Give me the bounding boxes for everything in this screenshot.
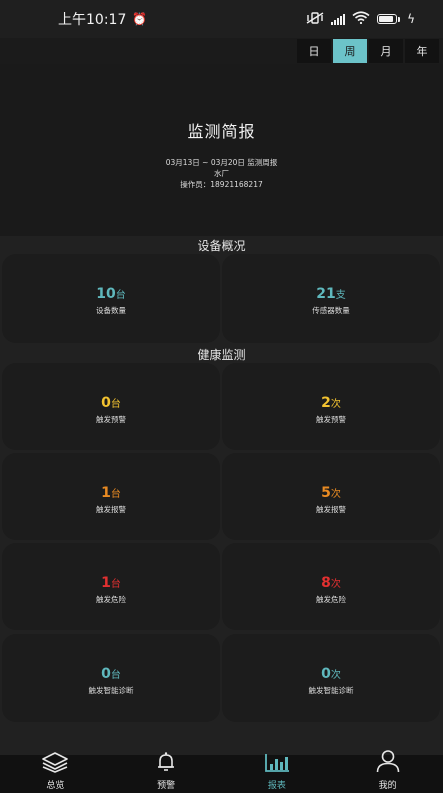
diagnosis-device-value-group: 0台 bbox=[2, 666, 220, 682]
tab-year[interactable]: 年 bbox=[405, 39, 439, 63]
diagnosis-count-label: 触发智能诊断 bbox=[308, 686, 354, 695]
nav-profile-label: 我的 bbox=[378, 781, 397, 791]
charging-icon: ϟ bbox=[407, 12, 415, 26]
diagnosis-count-unit: 次 bbox=[330, 670, 341, 681]
danger-count-value-group: 8次 bbox=[222, 575, 440, 591]
status-bar: 上午10:17 ⏰ ϟ bbox=[0, 0, 443, 38]
device-count-label: 设备数量 bbox=[96, 306, 126, 315]
report-date-range: 03月13日 ~ 03月20日 监测周报 bbox=[165, 158, 278, 167]
warning-device-value-group: 0台 bbox=[2, 395, 220, 411]
device-count-value: 10 bbox=[96, 286, 116, 302]
warning-device-value: 0 bbox=[101, 395, 111, 411]
danger-count-card: 8次 触发危险 bbox=[222, 543, 440, 630]
vibrate-off-icon bbox=[306, 11, 324, 27]
alarm-device-card: 1台 触发报警 bbox=[2, 453, 220, 540]
warning-count-card: 2次 触发预警 bbox=[222, 363, 440, 450]
sensor-count-unit: 支 bbox=[335, 290, 346, 301]
danger-device-value-group: 1台 bbox=[2, 575, 220, 591]
danger-device-value: 1 bbox=[101, 575, 111, 591]
sensor-count-value: 21 bbox=[316, 286, 336, 302]
alarm-count-value: 5 bbox=[321, 485, 331, 501]
report-header: 监测简报 03月13日 ~ 03月20日 监测周报 水厂 操作员：1892116… bbox=[0, 64, 443, 236]
device-count-card: 10台 设备数量 bbox=[2, 254, 220, 343]
alarm-count-card: 5次 触发报警 bbox=[222, 453, 440, 540]
diagnosis-count-value: 0 bbox=[321, 666, 331, 682]
diagnosis-device-card: 0台 触发智能诊断 bbox=[2, 634, 220, 722]
bottom-nav: 总览 预警 报表 我的 bbox=[0, 750, 443, 793]
warning-count-value-group: 2次 bbox=[222, 395, 440, 411]
report-operator: 操作员：18921168217 bbox=[180, 180, 263, 189]
warning-count-label: 触发预警 bbox=[316, 415, 346, 424]
alarm-device-value: 1 bbox=[101, 485, 111, 501]
section-title-health-monitoring: 健康监测 bbox=[197, 348, 246, 362]
nav-overview-label: 总览 bbox=[46, 781, 65, 791]
diagnosis-device-unit: 台 bbox=[110, 670, 121, 681]
layers-icon bbox=[41, 751, 69, 777]
alarm-device-unit: 台 bbox=[110, 489, 121, 500]
warning-device-label: 触发预警 bbox=[96, 415, 126, 424]
alarm-device-value-group: 1台 bbox=[2, 485, 220, 501]
sensor-count-label: 传感器数量 bbox=[312, 306, 350, 315]
nav-alerts[interactable]: 预警 bbox=[111, 752, 222, 793]
warning-device-card: 0台 触发预警 bbox=[2, 363, 220, 450]
danger-device-label: 触发危险 bbox=[96, 595, 126, 604]
danger-count-unit: 次 bbox=[330, 579, 341, 590]
warning-device-unit: 台 bbox=[110, 399, 121, 410]
device-count-value-group: 10台 bbox=[2, 286, 220, 302]
alarm-icon: ⏰ bbox=[132, 12, 148, 26]
wifi-icon bbox=[352, 11, 370, 27]
battery-icon bbox=[377, 14, 401, 24]
diagnosis-device-value: 0 bbox=[101, 666, 111, 682]
app-root: 上午10:17 ⏰ ϟ 日 周 月 年 监测简报 03月13日 ~ 03月20日… bbox=[0, 0, 443, 793]
status-time-group: 上午10:17 ⏰ bbox=[58, 9, 147, 29]
period-tab-bar: 日 周 月 年 bbox=[0, 38, 443, 64]
alarm-count-label: 触发报警 bbox=[316, 505, 346, 514]
status-time: 上午10:17 bbox=[58, 12, 127, 28]
danger-device-card: 1台 触发危险 bbox=[2, 543, 220, 630]
nav-reports-label: 报表 bbox=[267, 781, 286, 791]
warning-count-value: 2 bbox=[321, 395, 331, 411]
diagnosis-device-label: 触发智能诊断 bbox=[88, 686, 134, 695]
danger-count-value: 8 bbox=[321, 575, 331, 591]
diagnosis-count-card: 0次 触发智能诊断 bbox=[222, 634, 440, 722]
tab-month[interactable]: 月 bbox=[369, 39, 403, 63]
sensor-count-value-group: 21支 bbox=[222, 286, 440, 302]
danger-count-label: 触发危险 bbox=[316, 595, 346, 604]
tab-week[interactable]: 周 bbox=[333, 39, 367, 63]
nav-profile[interactable]: 我的 bbox=[332, 750, 443, 793]
nav-reports[interactable]: 报表 bbox=[222, 754, 333, 793]
bell-icon bbox=[155, 751, 177, 777]
nav-overview[interactable]: 总览 bbox=[0, 752, 111, 793]
section-title-device-overview: 设备概况 bbox=[197, 239, 246, 253]
alarm-count-unit: 次 bbox=[330, 489, 341, 500]
alarm-count-value-group: 5次 bbox=[222, 485, 440, 501]
report-title: 监测简报 bbox=[187, 122, 256, 141]
sensor-count-card: 21支 传感器数量 bbox=[222, 254, 440, 343]
diagnosis-count-value-group: 0次 bbox=[222, 666, 440, 682]
danger-device-unit: 台 bbox=[110, 579, 121, 590]
signal-icon bbox=[331, 13, 346, 25]
status-indicators: ϟ bbox=[306, 11, 415, 27]
user-icon bbox=[375, 749, 401, 777]
warning-count-unit: 次 bbox=[330, 399, 341, 410]
report-site: 水厂 bbox=[214, 169, 229, 178]
alarm-device-label: 触发报警 bbox=[96, 505, 126, 514]
nav-alerts-label: 预警 bbox=[157, 781, 176, 791]
tab-day[interactable]: 日 bbox=[297, 39, 331, 63]
period-tabs: 日 周 月 年 bbox=[297, 39, 439, 63]
device-count-unit: 台 bbox=[115, 290, 126, 301]
bar-chart-icon bbox=[263, 751, 291, 777]
